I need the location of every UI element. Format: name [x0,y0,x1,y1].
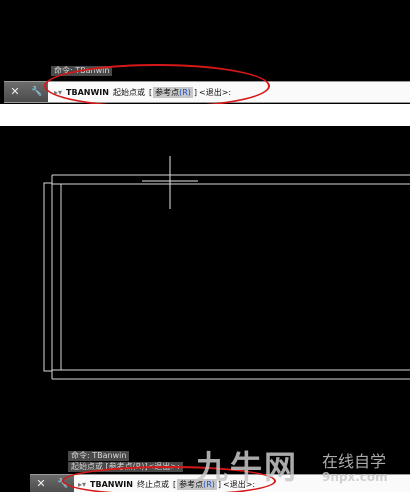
close-icon[interactable]: ✕ [34,475,48,492]
window-frame [43,174,410,380]
close-icon[interactable]: ✕ [8,82,22,102]
option-reference-point[interactable]: 参考点(R) [153,86,193,98]
wrench-icon[interactable]: 🔧 [30,82,44,102]
option-bracket-close: ] [193,87,198,97]
wrench-icon[interactable]: 🔧 [56,475,70,492]
option-bracket-open: [ [148,87,153,97]
option-bracket-open: [ [172,479,177,489]
prompt-chevron-icon: ▸▾ [78,479,87,489]
prompt-chevron-icon: ▸▾ [54,87,63,97]
command-history-line: 起始点或 [参考点(R)]<退出>: [68,462,183,472]
watermark-url: 9npx.com [322,470,388,484]
drawing-canvas-bottom[interactable]: 命令: TBanwin 起始点或 [参考点(R)]<退出>: ✕ 🔧 ▸▾ TB… [0,126,410,492]
prompt-text: 终止点或 [136,479,169,489]
command-history-line: 命令: TBanwin [68,451,130,461]
watermark-brand: 九牛网 [196,448,299,486]
prompt-text: 起始点或 [112,87,145,97]
command-history-line: 命令: TBanwin [51,66,113,76]
prompt-command-name: TBANWIN [90,479,133,489]
prompt-exit: <退出>: [199,87,232,97]
option-key: (R) [179,87,191,97]
prompt-command-name: TBANWIN [66,87,109,97]
option-label: 参考点 [155,87,180,97]
command-line-bar: ✕ 🔧 ▸▾ TBANWIN 起始点或 [ 参考点(R) ] <退出>: [4,81,410,103]
command-line-toolbox: ✕ 🔧 [30,475,74,492]
crosshair-cursor-icon [142,156,198,209]
drawing-canvas-top[interactable]: 命令: TBanwin ✕ 🔧 ▸▾ TBANWIN 起始点或 [ 参考点(R)… [0,0,410,104]
command-line-toolbox: ✕ 🔧 [4,82,48,102]
watermark-slogan: 在线自学 [322,452,387,471]
drawing-geometry [43,156,410,380]
command-prompt[interactable]: ▸▾ TBANWIN 起始点或 [ 参考点(R) ] <退出>: [54,82,231,102]
